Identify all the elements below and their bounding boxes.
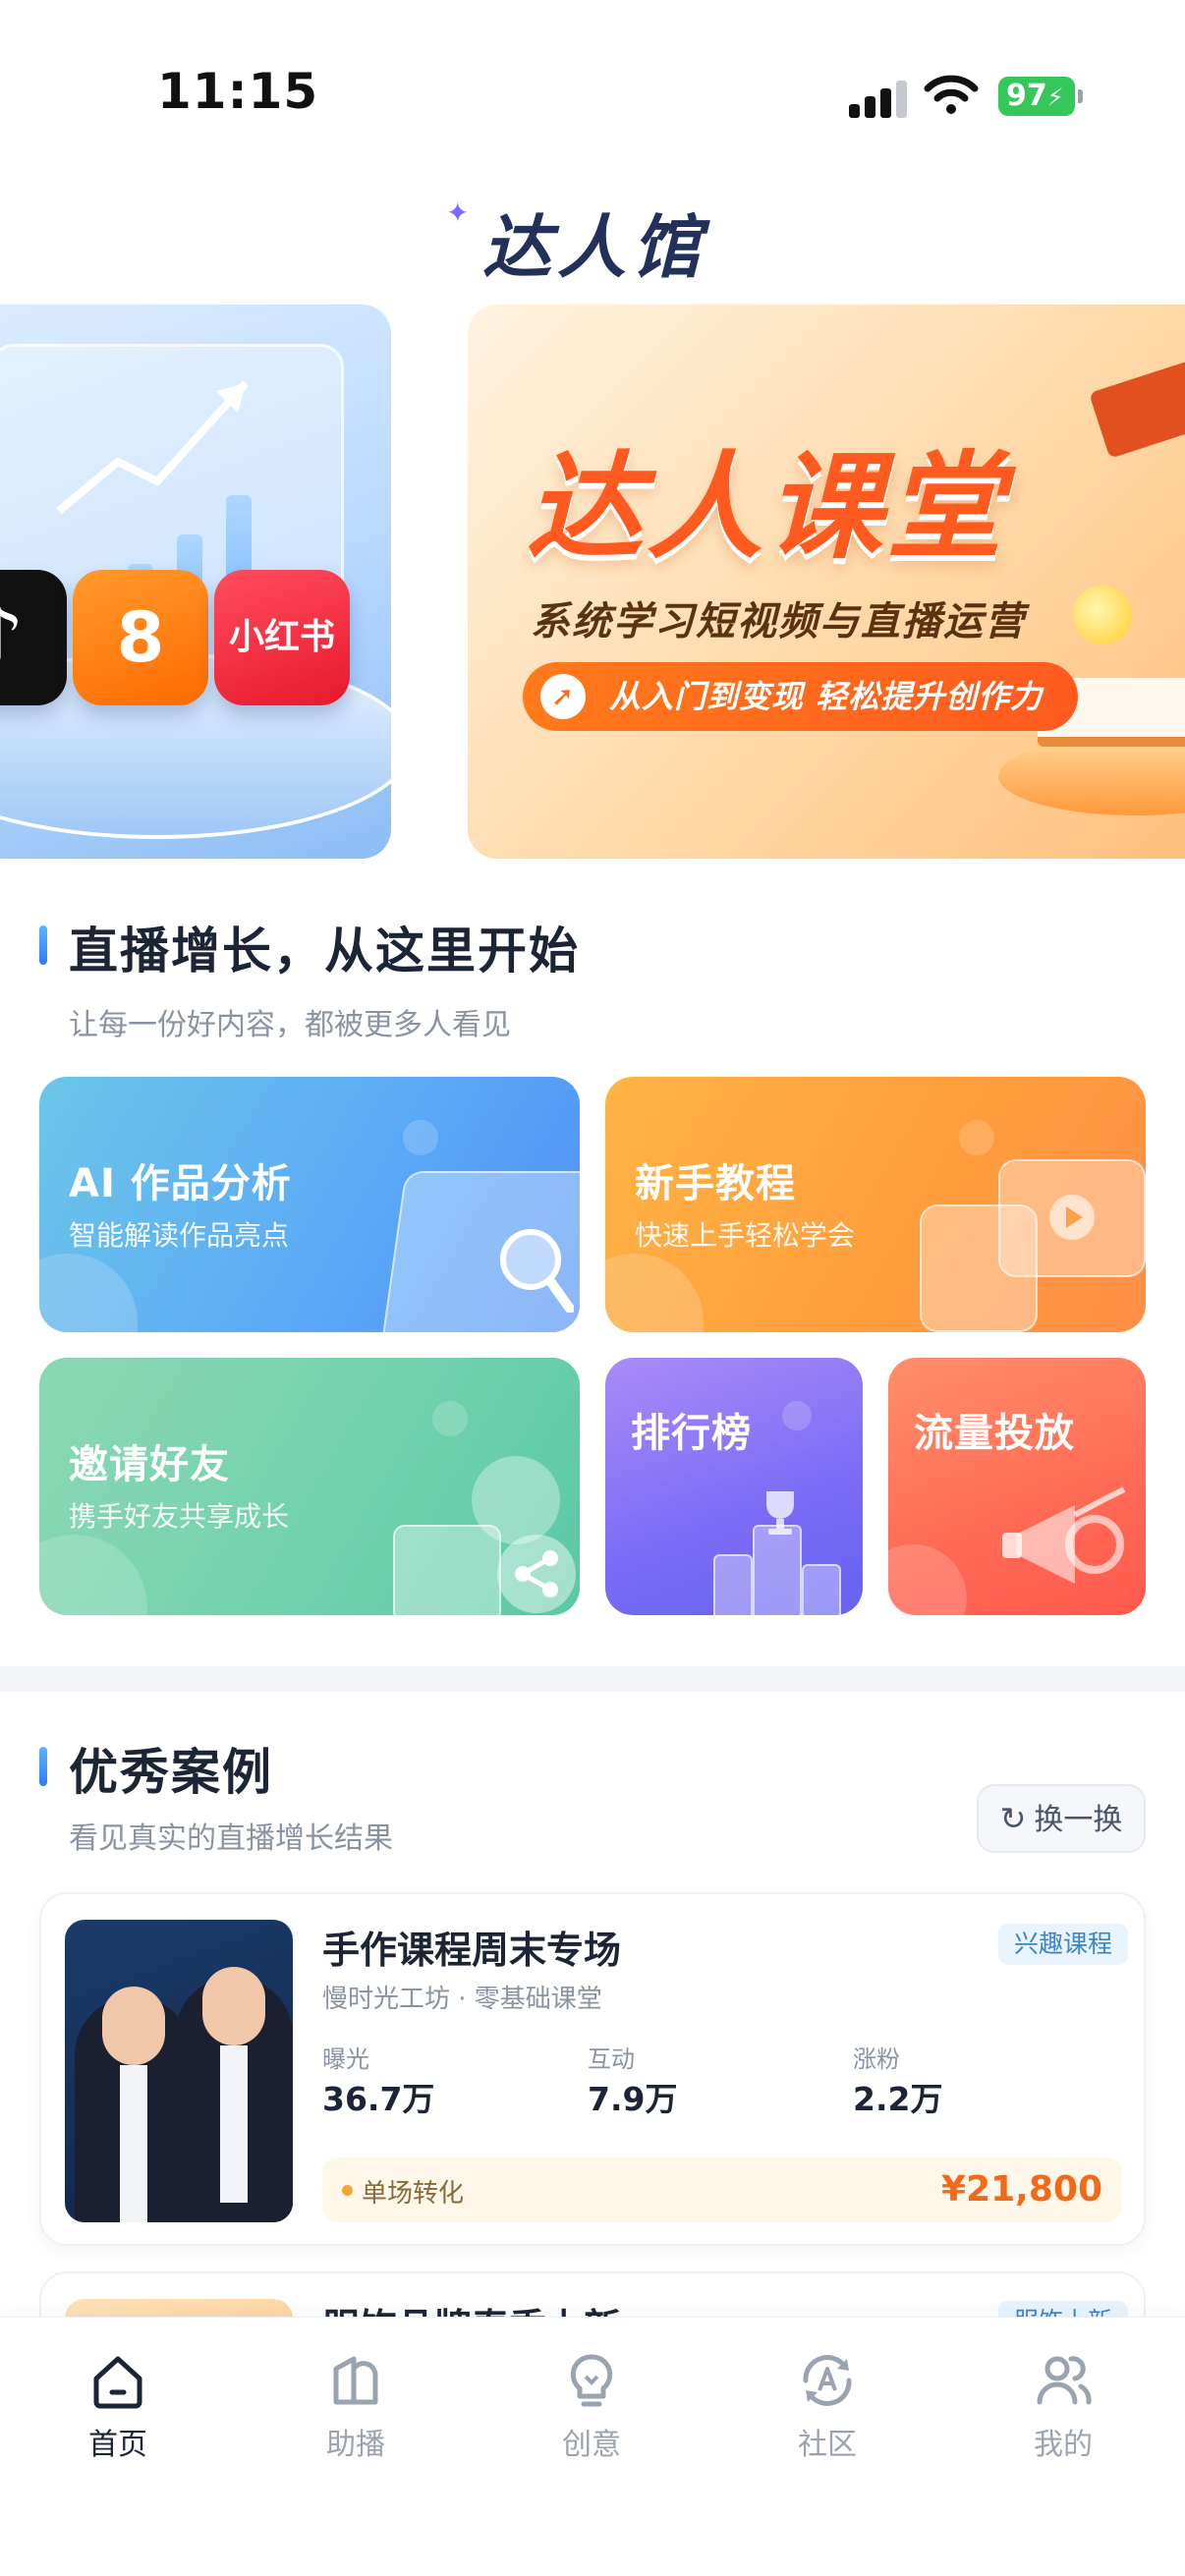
tab-creative[interactable]: 创意 <box>513 2339 670 2487</box>
banner-academy[interactable]: 达人课堂 系统学习短视频与直播运营 ➚ 从入门到变现 轻松提升创作力 <box>468 305 1185 859</box>
stat-label-interaction: 互动 <box>588 2045 635 2073</box>
conversion-label: 单场转化 <box>362 2179 465 2209</box>
people-illustration <box>472 1456 560 1544</box>
feature-card-ai-analysis[interactable]: AI 作品分析 智能解读作品亮点 <box>39 1077 580 1332</box>
sparkle-icon: ✦ <box>446 196 476 229</box>
feature-title: 邀请好友 <box>69 1442 230 1487</box>
conversion-bar: 单场转化 ¥21,800 <box>322 2157 1122 2222</box>
stat-label-exposure: 曝光 <box>322 2045 369 2073</box>
feature-card-leaderboard[interactable]: 排行榜 <box>605 1358 863 1615</box>
stat-value-followers: 2.2万 <box>853 2080 943 2118</box>
growth-section-subtitle: 让每一份好内容，都被更多人看见 <box>69 1008 511 1042</box>
section-accent-bar <box>39 925 47 965</box>
cases-section-title: 优秀案例 <box>69 1744 273 1801</box>
status-bar: 11:15 97⚡ <box>0 0 1185 147</box>
case-title: 手作课程周末专场 <box>322 1929 622 1972</box>
feature-card-tutorial[interactable]: 新手教程 快速上手轻松学会 <box>605 1077 1146 1332</box>
banner-cta-label: 从入门到变现 轻松提升创作力 <box>609 678 1044 715</box>
stat-label-followers: 涨粉 <box>853 2045 900 2073</box>
tab-label: 助播 <box>326 2428 385 2462</box>
home-icon <box>93 2356 142 2409</box>
case-card[interactable]: 手作课程周末专场 兴趣课程 慢时光工坊 · 零基础课堂 曝光 36.7万 互动 … <box>39 1892 1146 2246</box>
cases-section-subtitle: 看见真实的直播增长结果 <box>69 1821 393 1856</box>
conversion-dot-icon <box>342 2185 353 2196</box>
kuaishou-app-icon: 8 <box>73 570 208 705</box>
growth-section-title: 直播增长，从这里开始 <box>69 923 580 980</box>
pedestal-illustration <box>998 737 1185 815</box>
tab-home[interactable]: 首页 <box>39 2339 197 2487</box>
tab-community[interactable]: 社区 <box>749 2339 906 2487</box>
feature-title: 新手教程 <box>635 1161 796 1206</box>
tab-label: 我的 <box>1034 2428 1093 2462</box>
tab-label: 首页 <box>88 2428 147 2462</box>
feature-title: 排行榜 <box>631 1411 752 1456</box>
tab-assist[interactable]: 助播 <box>277 2339 434 2487</box>
lightbulb-icon <box>570 2354 613 2407</box>
feature-subtitle: 快速上手轻松学会 <box>635 1219 856 1252</box>
feature-subtitle: 携手好友共享成长 <box>69 1500 290 1533</box>
logo-text: 达人馆 <box>482 207 706 288</box>
case-thumbnail <box>65 1920 293 2222</box>
charging-bolt-icon: ⚡ <box>1046 84 1064 111</box>
banner-platforms[interactable]: ♪ 8 小红书 <box>0 305 391 859</box>
douyin-app-icon: ♪ <box>0 570 67 705</box>
refresh-button[interactable]: ↻ 换一换 <box>977 1784 1146 1853</box>
case-category-tag: 兴趣课程 <box>998 1924 1129 1965</box>
status-time: 11:15 <box>157 63 319 120</box>
battery-level: 97 <box>1006 79 1047 113</box>
banner-cta-pill[interactable]: ➚ 从入门到变现 轻松提升创作力 <box>523 662 1079 731</box>
conversion-value: ¥21,800 <box>941 2169 1102 2210</box>
feature-card-traffic-ads[interactable]: 流量投放 <box>888 1358 1146 1615</box>
tab-label: 创意 <box>562 2428 621 2462</box>
trend-arrow-icon <box>56 380 249 515</box>
refresh-icon: ↻ <box>999 1800 1027 1837</box>
section-divider <box>0 1666 1185 1692</box>
stat-value-interaction: 7.9万 <box>588 2080 678 2118</box>
xiaohongshu-app-icon: 小红书 <box>214 570 350 705</box>
arrow-up-right-icon: ➚ <box>540 674 586 719</box>
banner-subtitle: 系统学习短视频与直播运营 <box>531 599 1026 644</box>
trophy-icon <box>766 1491 794 1535</box>
gift-box-illustration <box>393 1525 501 1615</box>
megaphone-icon <box>1002 1486 1126 1584</box>
magnifier-icon <box>500 1229 574 1313</box>
assist-icon <box>333 2356 378 2405</box>
tab-label: 社区 <box>798 2428 857 2462</box>
case-meta: 慢时光工坊 · 零基础课堂 <box>322 1985 602 2014</box>
section-accent-bar <box>39 1747 47 1786</box>
cellular-signal-icon <box>849 79 908 118</box>
lightbulb-illustration <box>1073 586 1132 644</box>
stat-value-exposure: 36.7万 <box>322 2080 435 2118</box>
app-logo: ✦ 达人馆 <box>446 193 737 288</box>
banner-title: 达人课堂 <box>527 439 1007 575</box>
feature-card-invite-friends[interactable]: 邀请好友 携手好友共享成长 <box>39 1358 580 1615</box>
app-screen: 11:15 97⚡ ✦ 达人馆 ♪ 8 小 <box>0 0 1185 2576</box>
refresh-label: 换一换 <box>1034 1803 1123 1837</box>
bottom-tab-bar: 首页 助播 创意 社区 我的 <box>0 2317 1185 2576</box>
wifi-icon <box>924 75 979 114</box>
feature-title: 流量投放 <box>914 1411 1075 1456</box>
play-icon <box>1049 1195 1095 1240</box>
battery-indicator: 97⚡ <box>998 77 1083 116</box>
graduation-cap-icon <box>1089 357 1185 459</box>
community-icon <box>803 2355 852 2406</box>
share-icon <box>497 1535 576 1613</box>
profile-icon <box>1037 2356 1092 2405</box>
feature-title: AI 作品分析 <box>69 1161 292 1206</box>
feature-subtitle: 智能解读作品亮点 <box>69 1219 290 1252</box>
tab-profile[interactable]: 我的 <box>985 2339 1142 2487</box>
